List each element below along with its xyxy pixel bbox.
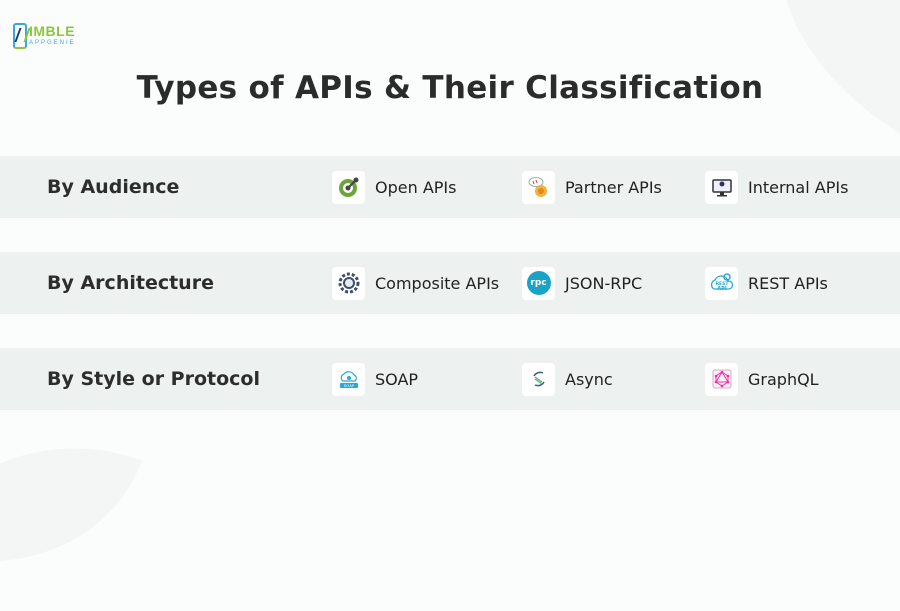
item-label: JSON-RPC bbox=[565, 273, 643, 293]
svg-text:API: API bbox=[717, 286, 727, 292]
openapi-icon bbox=[332, 170, 365, 204]
item-label: Open APIs bbox=[375, 177, 457, 197]
item-soap: SOAP SOAP bbox=[332, 362, 418, 396]
rest-api-icon: REST API bbox=[705, 266, 738, 300]
item-json-rpc: rpc JSON-RPC bbox=[522, 266, 642, 300]
item-composite-apis: Composite APIs bbox=[332, 266, 499, 300]
row-label: By Audience bbox=[47, 176, 180, 198]
logo: IMBLE APPGENIE bbox=[13, 23, 76, 49]
item-internal-apis: Internal APIs bbox=[705, 170, 848, 204]
row-by-architecture: By Architecture Composite APIs rpc JSON-… bbox=[0, 252, 900, 314]
page-title: Types of APIs & Their Classification bbox=[136, 70, 764, 106]
item-label: Async bbox=[565, 369, 613, 389]
logo-subtitle: APPGENIE bbox=[29, 40, 76, 46]
logo-tablet-icon bbox=[13, 23, 27, 49]
logo-word: IMBLE bbox=[29, 23, 76, 39]
item-label: SOAP bbox=[375, 369, 419, 389]
internal-api-icon bbox=[705, 170, 738, 204]
svg-text:SOAP: SOAP bbox=[343, 383, 354, 388]
rpc-icon: rpc bbox=[522, 266, 555, 300]
background-leaf-decoration bbox=[0, 399, 142, 611]
soap-icon: SOAP bbox=[332, 362, 365, 396]
item-rest-apis: REST API REST APIs bbox=[705, 266, 828, 300]
item-label: REST APIs bbox=[748, 273, 828, 293]
item-label: Partner APIs bbox=[565, 177, 662, 197]
async-icon bbox=[522, 362, 555, 396]
item-graphql: GraphQL bbox=[705, 362, 819, 396]
item-async: Async bbox=[522, 362, 613, 396]
item-open-apis: Open APIs bbox=[332, 170, 456, 204]
graphql-icon bbox=[705, 362, 738, 396]
rpc-badge: rpc bbox=[526, 271, 551, 295]
row-by-style-or-protocol: By Style or Protocol SOAP SOAP Async Gra… bbox=[0, 348, 900, 410]
row-by-audience: By Audience Open APIs Partner APIs Inter… bbox=[0, 156, 900, 218]
item-label: Composite APIs bbox=[375, 273, 500, 293]
row-label: By Architecture bbox=[47, 272, 214, 294]
row-label: By Style or Protocol bbox=[47, 368, 260, 390]
item-partner-apis: Partner APIs bbox=[522, 170, 662, 204]
composite-api-icon bbox=[332, 266, 365, 300]
item-label: Internal APIs bbox=[748, 177, 849, 197]
item-label: GraphQL bbox=[748, 369, 819, 389]
partner-api-icon bbox=[522, 170, 555, 204]
